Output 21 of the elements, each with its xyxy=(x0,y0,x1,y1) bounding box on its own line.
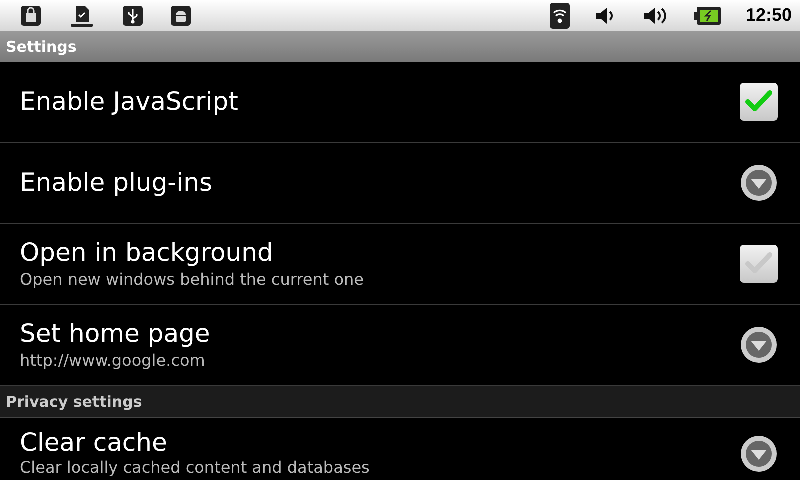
checkbox[interactable] xyxy=(740,83,778,121)
clock-time: 12:50 xyxy=(746,5,792,26)
setting-title: Clear cache xyxy=(20,427,168,458)
download-done-icon[interactable] xyxy=(68,4,96,26)
setting-title: Enable plug-ins xyxy=(20,167,212,199)
screen-title: Settings xyxy=(6,38,77,56)
settings-row[interactable]: Enable JavaScript xyxy=(0,62,800,143)
setting-title: Set home page xyxy=(20,318,210,350)
wifi-icon xyxy=(550,2,570,28)
settings-row[interactable]: Enable plug-ins xyxy=(0,143,800,224)
settings-row[interactable]: Clear cache Clear locally cached content and databases xyxy=(0,418,800,480)
checkbox[interactable] xyxy=(740,245,778,283)
settings-row[interactable]: Open in background Open new windows behind the current one xyxy=(0,224,800,305)
battery-charging-icon xyxy=(694,6,722,26)
section-title: Privacy settings xyxy=(6,392,142,410)
setting-summary: Clear locally cached content and databases xyxy=(20,458,370,477)
setting-title: Open in background xyxy=(20,237,274,269)
setting-summary: http://www.google.com xyxy=(20,350,206,372)
setting-summary: Open new windows behind the current one xyxy=(20,269,364,291)
usb-icon[interactable] xyxy=(122,4,144,26)
setting-title: Enable JavaScript xyxy=(20,86,238,118)
